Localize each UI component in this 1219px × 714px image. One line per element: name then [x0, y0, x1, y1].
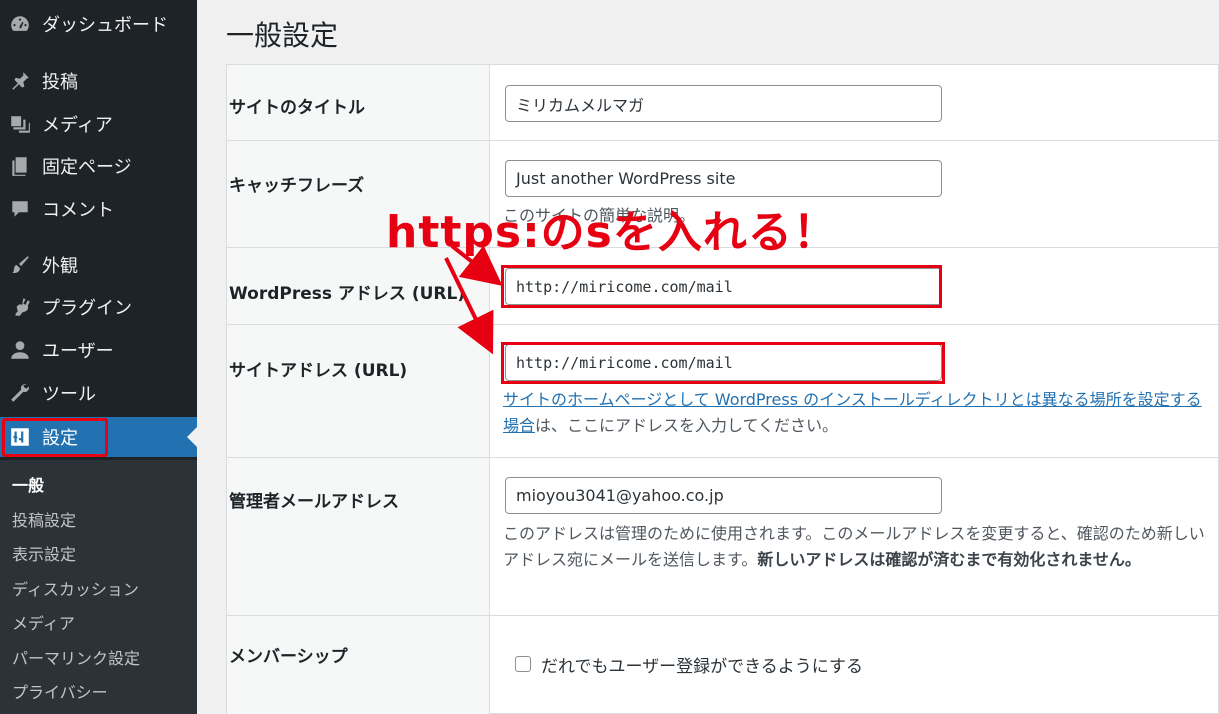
page-title: 一般設定: [226, 19, 339, 52]
sidebar-item-tools[interactable]: ツール: [0, 375, 197, 411]
sidebar-item-media[interactable]: メディア: [0, 106, 197, 142]
submenu-item-privacy[interactable]: プライバシー: [12, 679, 108, 703]
plugin-icon: [8, 295, 32, 319]
submenu-item-permalinks[interactable]: パーマリンク設定: [12, 645, 140, 669]
sidebar-item-label: プラグイン: [42, 298, 132, 319]
submenu-item-writing[interactable]: 投稿設定: [12, 507, 76, 531]
sidebar-item-label: 投稿: [42, 72, 78, 93]
sidebar-item-pages[interactable]: 固定ページ: [0, 148, 197, 184]
site-title-input[interactable]: ミリカムメルマガ: [505, 85, 942, 122]
submenu-item-reading[interactable]: 表示設定: [12, 541, 76, 565]
tagline-input[interactable]: Just another WordPress site: [505, 160, 942, 197]
comment-icon: [8, 197, 32, 221]
row-admin-email: 管理者メールアドレス mioyou3041@yahoo.co.jp このアドレス…: [227, 458, 1219, 616]
sidebar-item-users[interactable]: ユーザー: [0, 332, 197, 368]
row-site-title: サイトのタイトル ミリカムメルマガ: [227, 65, 1219, 141]
brush-icon: [8, 253, 32, 277]
tagline-label: キャッチフレーズ: [229, 176, 365, 196]
settings-submenu: 一般 投稿設定 表示設定 ディスカッション メディア パーマリンク設定 プライバ…: [0, 460, 197, 714]
sidebar-item-label: ツール: [42, 384, 96, 405]
sidebar-item-dashboard[interactable]: ダッシュボード: [0, 6, 197, 42]
wordpress-address-label: WordPress アドレス (URL): [229, 284, 466, 304]
membership-label: メンバーシップ: [229, 647, 348, 667]
membership-checkbox[interactable]: [515, 656, 531, 672]
sidebar-item-label: 外観: [42, 256, 78, 277]
membership-checkbox-label[interactable]: だれでもユーザー登録ができるようにする: [541, 652, 863, 677]
user-icon: [8, 338, 32, 362]
sidebar-item-label: ダッシュボード: [42, 15, 168, 36]
dashboard-icon: [8, 12, 32, 36]
media-icon: [8, 112, 32, 136]
wrench-icon: [8, 381, 32, 405]
sidebar-item-label: ユーザー: [42, 341, 114, 362]
sidebar-item-label: 固定ページ: [42, 157, 132, 178]
active-indicator: [187, 427, 197, 447]
site-address-label: サイトアドレス (URL): [229, 361, 408, 381]
sidebar-item-label: コメント: [42, 200, 114, 221]
site-title-label: サイトのタイトル: [229, 98, 365, 118]
settings-highlight-box: [2, 418, 108, 457]
admin-email-input[interactable]: mioyou3041@yahoo.co.jp: [505, 477, 942, 514]
submenu-item-discussion[interactable]: ディスカッション: [12, 576, 139, 600]
sidebar-item-appearance[interactable]: 外観: [0, 247, 197, 283]
page-icon: [8, 154, 32, 178]
submenu-item-media[interactable]: メディア: [12, 610, 75, 634]
site-address-highlight: [501, 342, 945, 384]
sidebar-item-posts[interactable]: 投稿: [0, 63, 197, 99]
sidebar-item-comments[interactable]: コメント: [0, 191, 197, 227]
pin-icon: [8, 69, 32, 93]
admin-email-label: 管理者メールアドレス: [229, 492, 399, 512]
wordpress-address-highlight: [501, 265, 942, 308]
admin-email-description: このアドレスは管理のために使用されます。このメールアドレスを変更すると、確認のた…: [503, 524, 1205, 569]
submenu-item-general[interactable]: 一般: [12, 472, 44, 496]
sidebar-item-plugins[interactable]: プラグイン: [0, 289, 197, 325]
sidebar-item-label: メディア: [42, 115, 113, 136]
general-settings-form: サイトのタイトル ミリカムメルマガ キャッチフレーズ Just another …: [226, 64, 1219, 714]
annotation-text: https:のsを入れる！: [386, 207, 838, 258]
admin-sidebar: ダッシュボード 投稿 メディア 固定ページ コメント 外観 プラグイン ユーザー…: [0, 0, 197, 714]
row-membership: メンバーシップ だれでもユーザー登録ができるようにする: [227, 616, 1219, 714]
site-address-description: サイトのホームページとして WordPress のインストールディレクトリとは異…: [503, 390, 1202, 435]
